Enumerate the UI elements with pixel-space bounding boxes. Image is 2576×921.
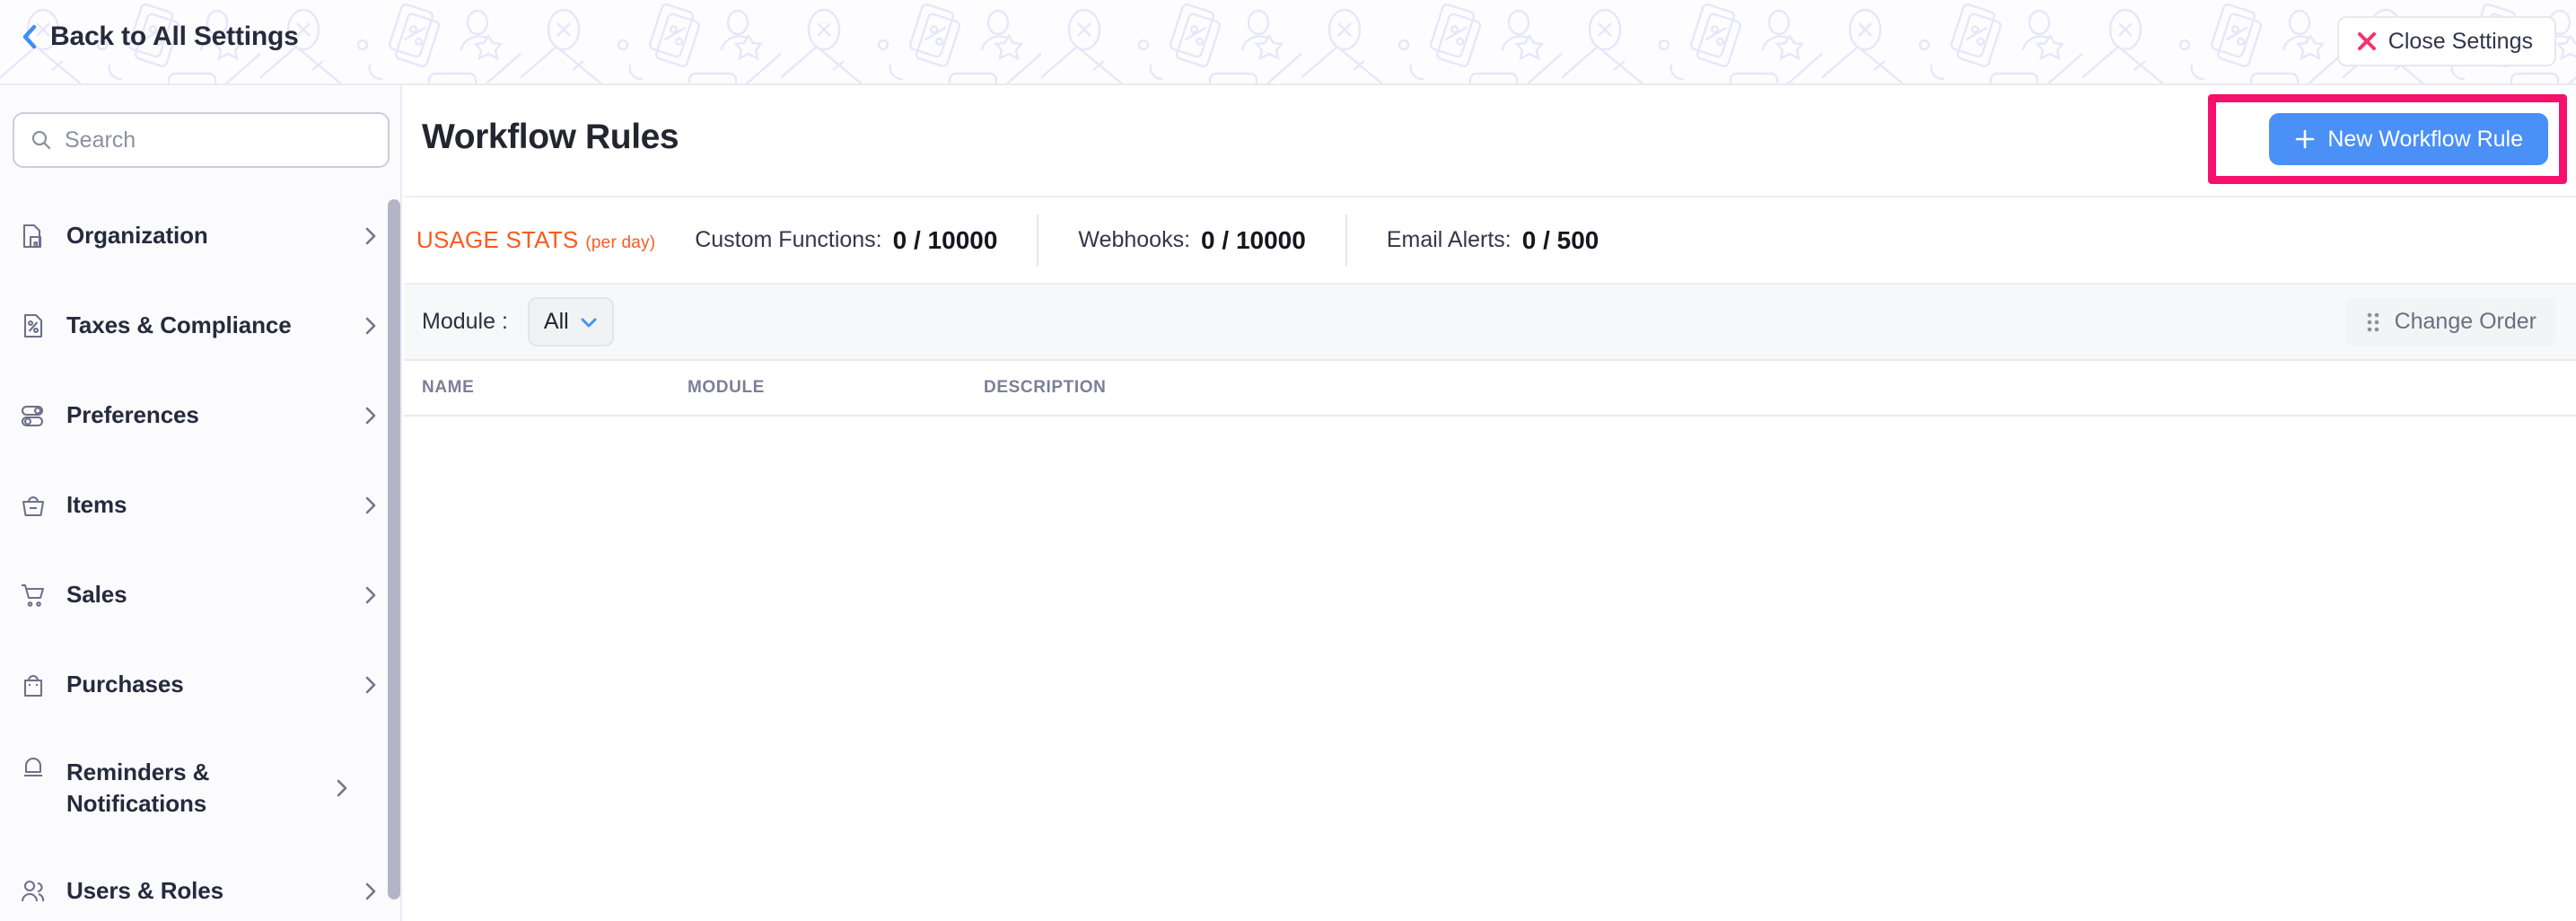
usage-stat-label: Custom Functions: <box>695 227 882 252</box>
chevron-down-icon <box>581 318 597 327</box>
sidebar-item-sales[interactable]: Sales <box>0 550 400 640</box>
close-x-icon <box>2357 32 2376 50</box>
sidebar-item-label: Users & Roles <box>66 877 223 905</box>
rules-table-body <box>404 417 2576 919</box>
chevron-right-icon <box>365 586 376 604</box>
usage-stats-title: USAGE STATS (per day) <box>416 226 655 254</box>
chevron-right-icon <box>365 227 376 245</box>
drag-dots-icon <box>2367 312 2379 331</box>
top-header-bar: Back to All Settings Close Settings <box>0 0 2576 85</box>
usage-stat-label: Email Alerts: <box>1386 227 1511 252</box>
new-workflow-rule-label: New Workflow Rule <box>2327 126 2523 152</box>
sidebar-item-label: Preferences <box>66 401 199 429</box>
new-workflow-rule-button[interactable]: New Workflow Rule <box>2269 113 2548 165</box>
users-icon <box>21 880 45 902</box>
sidebar-item-preferences[interactable]: Preferences <box>0 371 400 460</box>
chevron-right-icon <box>365 882 376 900</box>
sidebar-scrollbar-thumb[interactable] <box>388 199 400 899</box>
chevron-right-icon <box>365 407 376 425</box>
search-input[interactable] <box>65 127 370 154</box>
sidebar-item-reminders-notifications[interactable]: Reminders & Notifications <box>0 730 400 846</box>
usage-stat-custom-functions: Custom Functions: 0 / 10000 <box>655 214 1037 268</box>
tax-document-icon <box>23 313 43 338</box>
main-content-panel: Workflow Rules New Workflow Rule USAGE S… <box>404 85 2576 921</box>
settings-sidebar: Organization Taxes & Compliance <box>0 85 402 921</box>
basket-icon <box>22 496 45 517</box>
sliders-icon <box>21 405 44 427</box>
column-header-description: DESCRIPTION <box>984 378 1107 397</box>
sidebar-item-label: Organization <box>66 222 208 250</box>
module-filter-label: Module : <box>422 309 508 334</box>
module-filter-value: All <box>543 309 569 334</box>
usage-stat-value: 0 / 10000 <box>892 225 998 254</box>
decorative-pattern <box>0 0 2576 83</box>
usage-stat-webhooks: Webhooks: 0 / 10000 <box>1038 214 1345 268</box>
page-title: Workflow Rules <box>422 118 679 156</box>
search-box[interactable] <box>13 112 390 168</box>
back-to-all-settings-link[interactable]: Back to All Settings <box>20 22 299 52</box>
usage-stats-bar: USAGE STATS (per day) Custom Functions: … <box>404 197 2576 285</box>
usage-stat-value: 0 / 10000 <box>1201 225 1306 254</box>
page-header: Workflow Rules New Workflow Rule <box>404 85 2576 197</box>
change-order-button[interactable]: Change Order <box>2344 297 2556 346</box>
plus-icon <box>2296 129 2315 149</box>
sidebar-item-items[interactable]: Items <box>0 460 400 550</box>
usage-stat-value: 0 / 500 <box>1521 225 1599 254</box>
sidebar-item-label: Sales <box>66 581 127 609</box>
organization-icon <box>22 224 42 249</box>
usage-stat-email-alerts: Email Alerts: 0 / 500 <box>1347 214 1639 268</box>
sidebar-item-users-roles[interactable]: Users & Roles <box>0 846 400 921</box>
sidebar-item-label: Taxes & Compliance <box>66 311 292 339</box>
back-to-all-settings-label: Back to All Settings <box>50 22 299 51</box>
module-filter-dropdown[interactable]: All <box>527 297 614 346</box>
change-order-label: Change Order <box>2394 309 2537 334</box>
cart-icon <box>22 583 45 607</box>
chevron-right-icon <box>365 496 376 514</box>
chevron-left-icon <box>22 24 37 49</box>
rules-table-header: NAME MODULE DESCRIPTION <box>404 361 2576 417</box>
close-settings-label: Close Settings <box>2388 28 2533 54</box>
bell-icon <box>24 758 42 777</box>
filter-toolbar: Module : All Change Order <box>404 285 2576 361</box>
column-header-name: NAME <box>422 378 475 397</box>
sidebar-item-label: Items <box>66 491 127 519</box>
sidebar-item-label: Reminders & Notifications <box>66 758 210 817</box>
settings-workflow-rules-page: Back to All Settings Close Settings Sear… <box>0 0 2576 921</box>
sidebar-item-taxes-compliance[interactable]: Taxes & Compliance <box>0 281 400 371</box>
sidebar-item-purchases[interactable]: Purchases <box>0 640 400 730</box>
sidebar-item-organization[interactable]: Organization <box>0 191 400 281</box>
usage-stats-period: (per day) <box>585 233 656 252</box>
sidebar-item-label: Purchases <box>66 671 184 698</box>
search-icon <box>31 130 51 150</box>
usage-stat-label: Webhooks: <box>1078 227 1191 252</box>
chevron-right-icon <box>365 676 376 694</box>
chevron-right-icon <box>337 779 347 797</box>
chevron-right-icon <box>365 317 376 335</box>
close-settings-button[interactable]: Close Settings <box>2336 16 2556 66</box>
usage-stats-label: USAGE STATS <box>416 226 579 253</box>
sidebar-nav-list: Organization Taxes & Compliance Preferen… <box>0 191 400 921</box>
shopping-bag-icon <box>23 675 43 697</box>
column-header-module: MODULE <box>688 378 765 397</box>
